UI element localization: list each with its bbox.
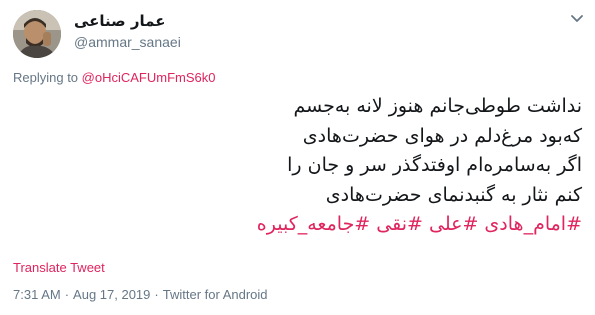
hashtag-link[interactable]: #نقی (376, 213, 423, 235)
tweet-text: نداشت طوطی‌جانم هنوز لانه به‌جسم که‌بود … (22, 92, 582, 240)
translate-tweet-link[interactable]: Translate Tweet (13, 260, 105, 275)
tweet-line: نداشت طوطی‌جانم هنوز لانه به‌جسم (293, 95, 582, 117)
reply-target-link[interactable]: @oHciCAFUmFmS6k0 (82, 70, 216, 85)
tweet-source[interactable]: Twitter for Android (163, 287, 268, 302)
hashtag-link[interactable]: #امام_هادی (484, 213, 582, 235)
hashtag-link[interactable]: #علی (429, 213, 478, 235)
tweet-line: که‌بود مرغ‌دلم در هوای حضرت‌هادی (302, 124, 582, 147)
tweet-date[interactable]: Aug 17, 2019 (73, 287, 150, 302)
avatar-image (13, 10, 61, 58)
replying-to-label: Replying to (13, 70, 82, 85)
tweet-line: کنم نثار به گنبدنمای حضرت‌هادی (325, 183, 582, 206)
meta-separator: · (154, 287, 159, 302)
avatar[interactable] (13, 10, 61, 58)
replying-to: Replying to @oHciCAFUmFmS6k0 (13, 70, 215, 85)
display-name[interactable]: عمار صناعی (74, 12, 165, 30)
hashtag-link[interactable]: #جامعه_کبیره (257, 213, 370, 235)
user-handle[interactable]: @ammar_sanaei (74, 34, 181, 50)
tweet-line: اگر به‌سامره‌ام اوفتدگذر سر و جان را (287, 154, 582, 176)
meta-separator: · (64, 287, 70, 302)
tweet-meta: 7:31 AM · Aug 17, 2019 · Twitter for Android (13, 287, 268, 302)
tweet-time[interactable]: 7:31 AM (13, 287, 61, 302)
hashtag-row: #امام_هادی #علی #نقی #جامعه_کبیره (22, 210, 582, 240)
chevron-down-icon[interactable] (569, 13, 585, 25)
